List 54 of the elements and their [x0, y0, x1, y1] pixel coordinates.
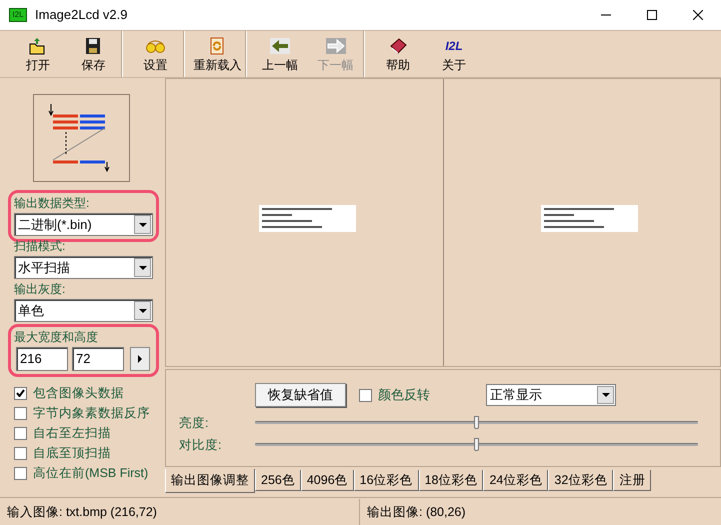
window-title: Image2Lcd v2.9 [35, 6, 128, 24]
slider-track[interactable] [255, 438, 698, 452]
right-arrow-icon [326, 36, 346, 56]
dropdown-arrow-icon [138, 266, 146, 270]
number-field[interactable]: 72 [72, 347, 124, 371]
dropdown[interactable]: 正常显示 [486, 384, 616, 406]
status-text: 输出图像: (80,26) [366, 504, 466, 521]
field-label: 输出灰度: [14, 282, 66, 296]
number-field[interactable]: 216 [16, 347, 68, 371]
tab[interactable]: 24位彩色 [483, 470, 548, 491]
book-icon [388, 36, 408, 56]
toolbar-button[interactable]: 保存 [66, 31, 122, 77]
maximize-icon [647, 10, 657, 20]
dropdown-arrow-icon [138, 308, 146, 312]
dropdown[interactable]: 水平扫描 [14, 256, 153, 279]
slider-thumb[interactable] [474, 416, 478, 429]
apply-button[interactable] [130, 347, 150, 371]
field-label: 扫描模式: [14, 239, 66, 253]
logo-text: I2L [445, 38, 463, 54]
close-icon [693, 10, 703, 20]
dropdown[interactable]: 二进制(*.bin) [14, 213, 153, 236]
tab[interactable]: 16位彩色 [354, 470, 419, 491]
toolbar-button[interactable]: 打开 [10, 31, 66, 77]
play-icon [138, 355, 142, 363]
checkbox[interactable]: 自底至顶扫描 [14, 446, 153, 460]
dropdown-arrow-icon [602, 393, 610, 397]
field-label: 最大宽度和高度 [14, 330, 98, 344]
checkbox[interactable]: 颜色反转 [359, 385, 430, 405]
checkbox[interactable]: 自右至左扫描 [14, 426, 153, 440]
tab[interactable]: 输出图像调整 [165, 469, 255, 493]
reset-button[interactable]: 恢复缺省值 [255, 383, 346, 407]
slider-track[interactable] [255, 416, 698, 430]
toolbar-button[interactable]: 重新载入 [190, 31, 246, 77]
tab[interactable]: 32位彩色 [548, 470, 614, 491]
tab[interactable]: 注册 [613, 470, 652, 491]
checkbox[interactable]: 包含图像头数据 [14, 386, 153, 400]
tab[interactable]: 256色 [255, 470, 301, 491]
field-label: 输出数据类型: [14, 196, 90, 210]
toolbar-button[interactable]: 上一幅 [252, 31, 308, 77]
checkmark-icon [16, 389, 25, 397]
status-text: 输入图像: txt.bmp (216,72) [0, 498, 360, 524]
app-logo: I2L [9, 8, 27, 22]
checkbox[interactable]: 字节内象素数据反序 [14, 406, 153, 420]
toolbar-button[interactable]: 设置 [128, 31, 184, 77]
checkbox[interactable]: 高位在前(MSB First) [14, 466, 153, 480]
dropdown-arrow-icon [138, 222, 146, 226]
toolbar-button[interactable]: 帮助 [370, 31, 426, 77]
tab[interactable]: 4096色 [300, 470, 354, 491]
slider-label: 亮度: [179, 414, 210, 432]
slider-thumb[interactable] [474, 438, 478, 451]
dropdown[interactable]: 单色 [14, 299, 153, 322]
slider-label: 对比度: [179, 436, 222, 454]
toolbar-button[interactable]: I2L 关于 [426, 31, 482, 77]
tab[interactable]: 18位彩色 [418, 470, 484, 491]
